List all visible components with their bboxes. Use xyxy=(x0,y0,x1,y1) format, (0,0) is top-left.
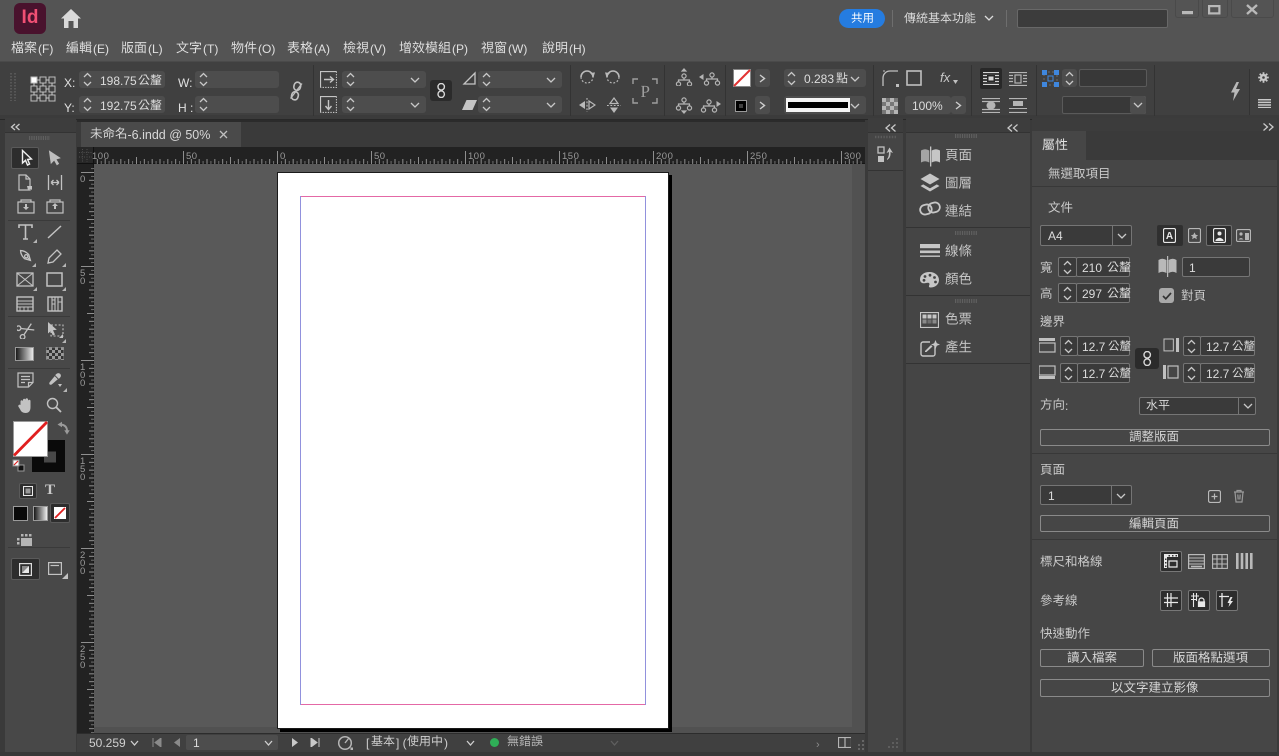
svg-text:A: A xyxy=(1166,231,1173,242)
